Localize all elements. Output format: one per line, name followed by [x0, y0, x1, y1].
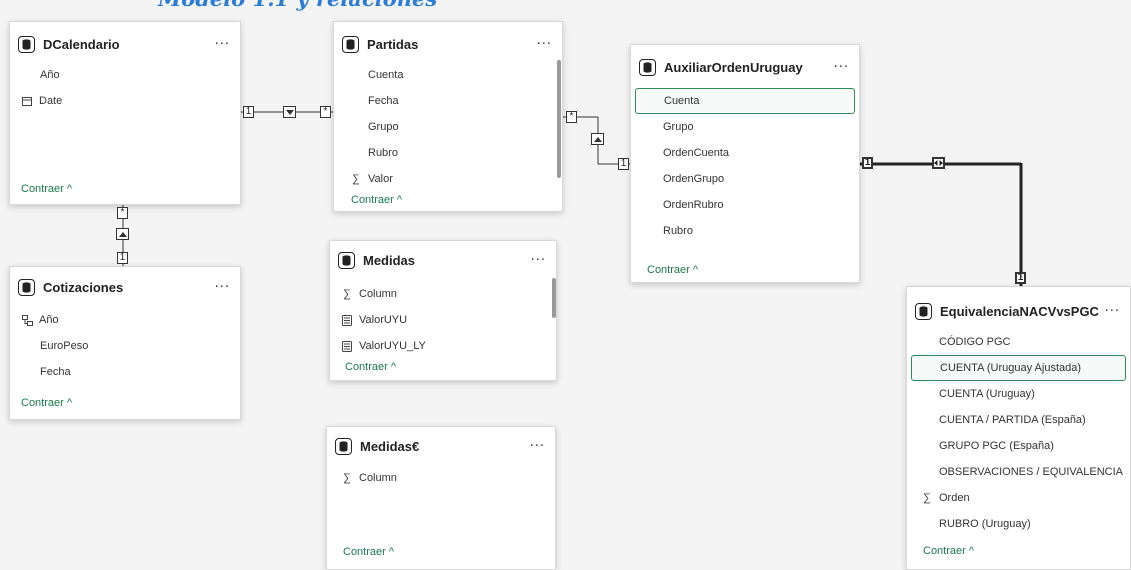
sigma-icon: ∑: [343, 288, 351, 300]
field-row-fecha[interactable]: Fecha: [10, 359, 240, 385]
field-list: Año EuroPeso Fecha: [10, 307, 240, 385]
field-row-rubro[interactable]: Rubro: [334, 140, 562, 166]
measure-icon: [341, 314, 353, 326]
table-icon: [18, 278, 35, 296]
field-row-observaciones-equivalencia[interactable]: OBSERVACIONES / EQUIVALENCIA: [907, 459, 1130, 485]
hierarchy-icon: [21, 314, 33, 326]
field-row-column[interactable]: ∑ Column: [330, 281, 556, 307]
table-card-medidas[interactable]: Medidas ··· ∑ Column ValorUYU ValorUYU_L…: [329, 240, 557, 381]
more-options-icon[interactable]: ···: [535, 37, 554, 52]
table-icon: [335, 437, 352, 455]
table-card-auxiliar-orden-uruguay[interactable]: AuxiliarOrdenUruguay ··· Cuenta Grupo Or…: [630, 44, 860, 283]
field-row-date[interactable]: Date: [10, 88, 240, 114]
cardinality-one-marker[interactable]: 1: [862, 157, 873, 169]
cardinality-one-marker[interactable]: 1: [1015, 272, 1026, 284]
scrollbar[interactable]: [557, 60, 561, 178]
table-title: Medidas: [363, 252, 416, 268]
table-title: AuxiliarOrdenUruguay: [664, 59, 803, 75]
table-header: Medidas€ ···: [335, 434, 547, 458]
table-card-medidas-eur[interactable]: Medidas€ ··· ∑ Column Contraer ^: [326, 426, 556, 570]
collapse-link[interactable]: Contraer ^: [343, 546, 394, 558]
table-header: Cotizaciones ···: [18, 275, 232, 299]
table-card-dcalendario[interactable]: DCalendario ··· Año Date Contraer ^: [9, 21, 241, 205]
table-title: DCalendario: [43, 36, 120, 52]
field-row-grupo[interactable]: Grupo: [334, 114, 562, 140]
table-header: AuxiliarOrdenUruguay ···: [639, 55, 851, 79]
sigma-icon: ∑: [343, 472, 351, 484]
table-header: Partidas ···: [342, 32, 554, 56]
field-row-fecha[interactable]: Fecha: [334, 88, 562, 114]
table-card-equivalencia[interactable]: EquivalenciaNACVvsPGC ··· CÓDIGO PGC CUE…: [906, 286, 1131, 570]
field-row-orden[interactable]: ∑ Orden: [907, 485, 1130, 511]
cardinality-one-marker[interactable]: 1: [243, 106, 254, 118]
field-row-cuenta-selected[interactable]: Cuenta: [635, 88, 855, 114]
field-row-grupo[interactable]: Grupo: [631, 114, 859, 140]
more-options-icon[interactable]: ···: [832, 60, 851, 75]
table-header: EquivalenciaNACVvsPGC ···: [915, 299, 1122, 323]
table-title: Medidas€: [360, 438, 420, 454]
field-row-cuenta-partida-espana[interactable]: CUENTA / PARTIDA (España): [907, 407, 1130, 433]
collapse-link[interactable]: Contraer ^: [345, 361, 396, 373]
field-row-cuenta-uruguay-ajustada-selected[interactable]: CUENTA (Uruguay Ajustada): [911, 355, 1126, 381]
table-title: EquivalenciaNACVvsPGC: [940, 303, 1099, 319]
table-icon: [342, 35, 359, 53]
table-icon: [338, 251, 355, 269]
cardinality-many-marker[interactable]: *: [320, 106, 331, 118]
field-row-cuenta-uruguay[interactable]: CUENTA (Uruguay): [907, 381, 1130, 407]
more-options-icon[interactable]: ···: [529, 253, 548, 268]
field-list: Cuenta Fecha Grupo Rubro ∑ Valor: [334, 62, 562, 192]
filter-direction-down-icon[interactable]: [283, 106, 296, 118]
field-row-rubro[interactable]: Rubro: [631, 218, 859, 244]
more-options-icon[interactable]: ···: [213, 280, 232, 295]
table-title: Cotizaciones: [43, 279, 124, 295]
sigma-icon: ∑: [923, 492, 931, 504]
cardinality-one-marker[interactable]: 1: [117, 252, 128, 264]
filter-direction-up-icon[interactable]: [116, 228, 129, 240]
more-options-icon[interactable]: ···: [528, 439, 547, 454]
field-list: ∑ Column: [327, 465, 555, 491]
table-header: Medidas ···: [338, 248, 548, 272]
field-row-valor[interactable]: ∑ Valor: [334, 166, 562, 192]
filter-direction-up-icon[interactable]: [591, 133, 604, 145]
collapse-link[interactable]: Contraer ^: [923, 545, 974, 557]
more-options-icon[interactable]: ···: [1103, 304, 1122, 319]
field-row-grupo-pgc-espana[interactable]: GRUPO PGC (España): [907, 433, 1130, 459]
field-row-ano[interactable]: Año: [10, 307, 240, 333]
field-row-orden-grupo[interactable]: OrdenGrupo: [631, 166, 859, 192]
table-card-partidas[interactable]: Partidas ··· Cuenta Fecha Grupo Rubro ∑ …: [333, 21, 563, 212]
collapse-link[interactable]: Contraer ^: [21, 397, 72, 409]
field-row-valor-uyu[interactable]: ValorUYU: [330, 307, 556, 333]
field-row-codigo-pgc[interactable]: CÓDIGO PGC: [907, 329, 1130, 355]
field-row-valor-uyu-ly[interactable]: ValorUYU_LY: [330, 333, 556, 359]
cardinality-many-marker[interactable]: *: [117, 207, 128, 219]
collapse-link[interactable]: Contraer ^: [647, 264, 698, 276]
measure-icon: [341, 340, 353, 352]
field-row-orden-rubro[interactable]: OrdenRubro: [631, 192, 859, 218]
field-list: ∑ Column ValorUYU ValorUYU_LY: [330, 281, 556, 359]
field-row-rubro-uruguay[interactable]: RUBRO (Uruguay): [907, 511, 1130, 537]
field-row-cuenta[interactable]: Cuenta: [334, 62, 562, 88]
cardinality-one-marker[interactable]: 1: [618, 158, 629, 170]
table-card-cotizaciones[interactable]: Cotizaciones ··· Año EuroPeso Fecha Cont…: [9, 266, 241, 420]
field-row-orden-cuenta[interactable]: OrdenCuenta: [631, 140, 859, 166]
field-row-europeso[interactable]: EuroPeso: [10, 333, 240, 359]
filter-direction-both-icon[interactable]: [932, 157, 945, 169]
cardinality-many-marker[interactable]: *: [566, 111, 577, 123]
table-icon: [18, 35, 35, 53]
table-icon: [639, 58, 656, 76]
more-options-icon[interactable]: ···: [213, 37, 232, 52]
field-list: Cuenta Grupo OrdenCuenta OrdenGrupo Orde…: [631, 88, 859, 244]
collapse-link[interactable]: Contraer ^: [351, 194, 402, 206]
field-row-ano[interactable]: Año: [10, 62, 240, 88]
field-list: CÓDIGO PGC CUENTA (Uruguay Ajustada) CUE…: [907, 329, 1130, 537]
collapse-link[interactable]: Contraer ^: [21, 183, 72, 195]
table-title: Partidas: [367, 36, 419, 52]
table-header: DCalendario ···: [18, 32, 232, 56]
sigma-icon: ∑: [352, 173, 360, 185]
field-list: Año Date: [10, 62, 240, 114]
field-row-column[interactable]: ∑ Column: [327, 465, 555, 491]
calendar-icon: [21, 96, 33, 106]
scrollbar[interactable]: [552, 278, 556, 318]
table-icon: [915, 302, 932, 320]
